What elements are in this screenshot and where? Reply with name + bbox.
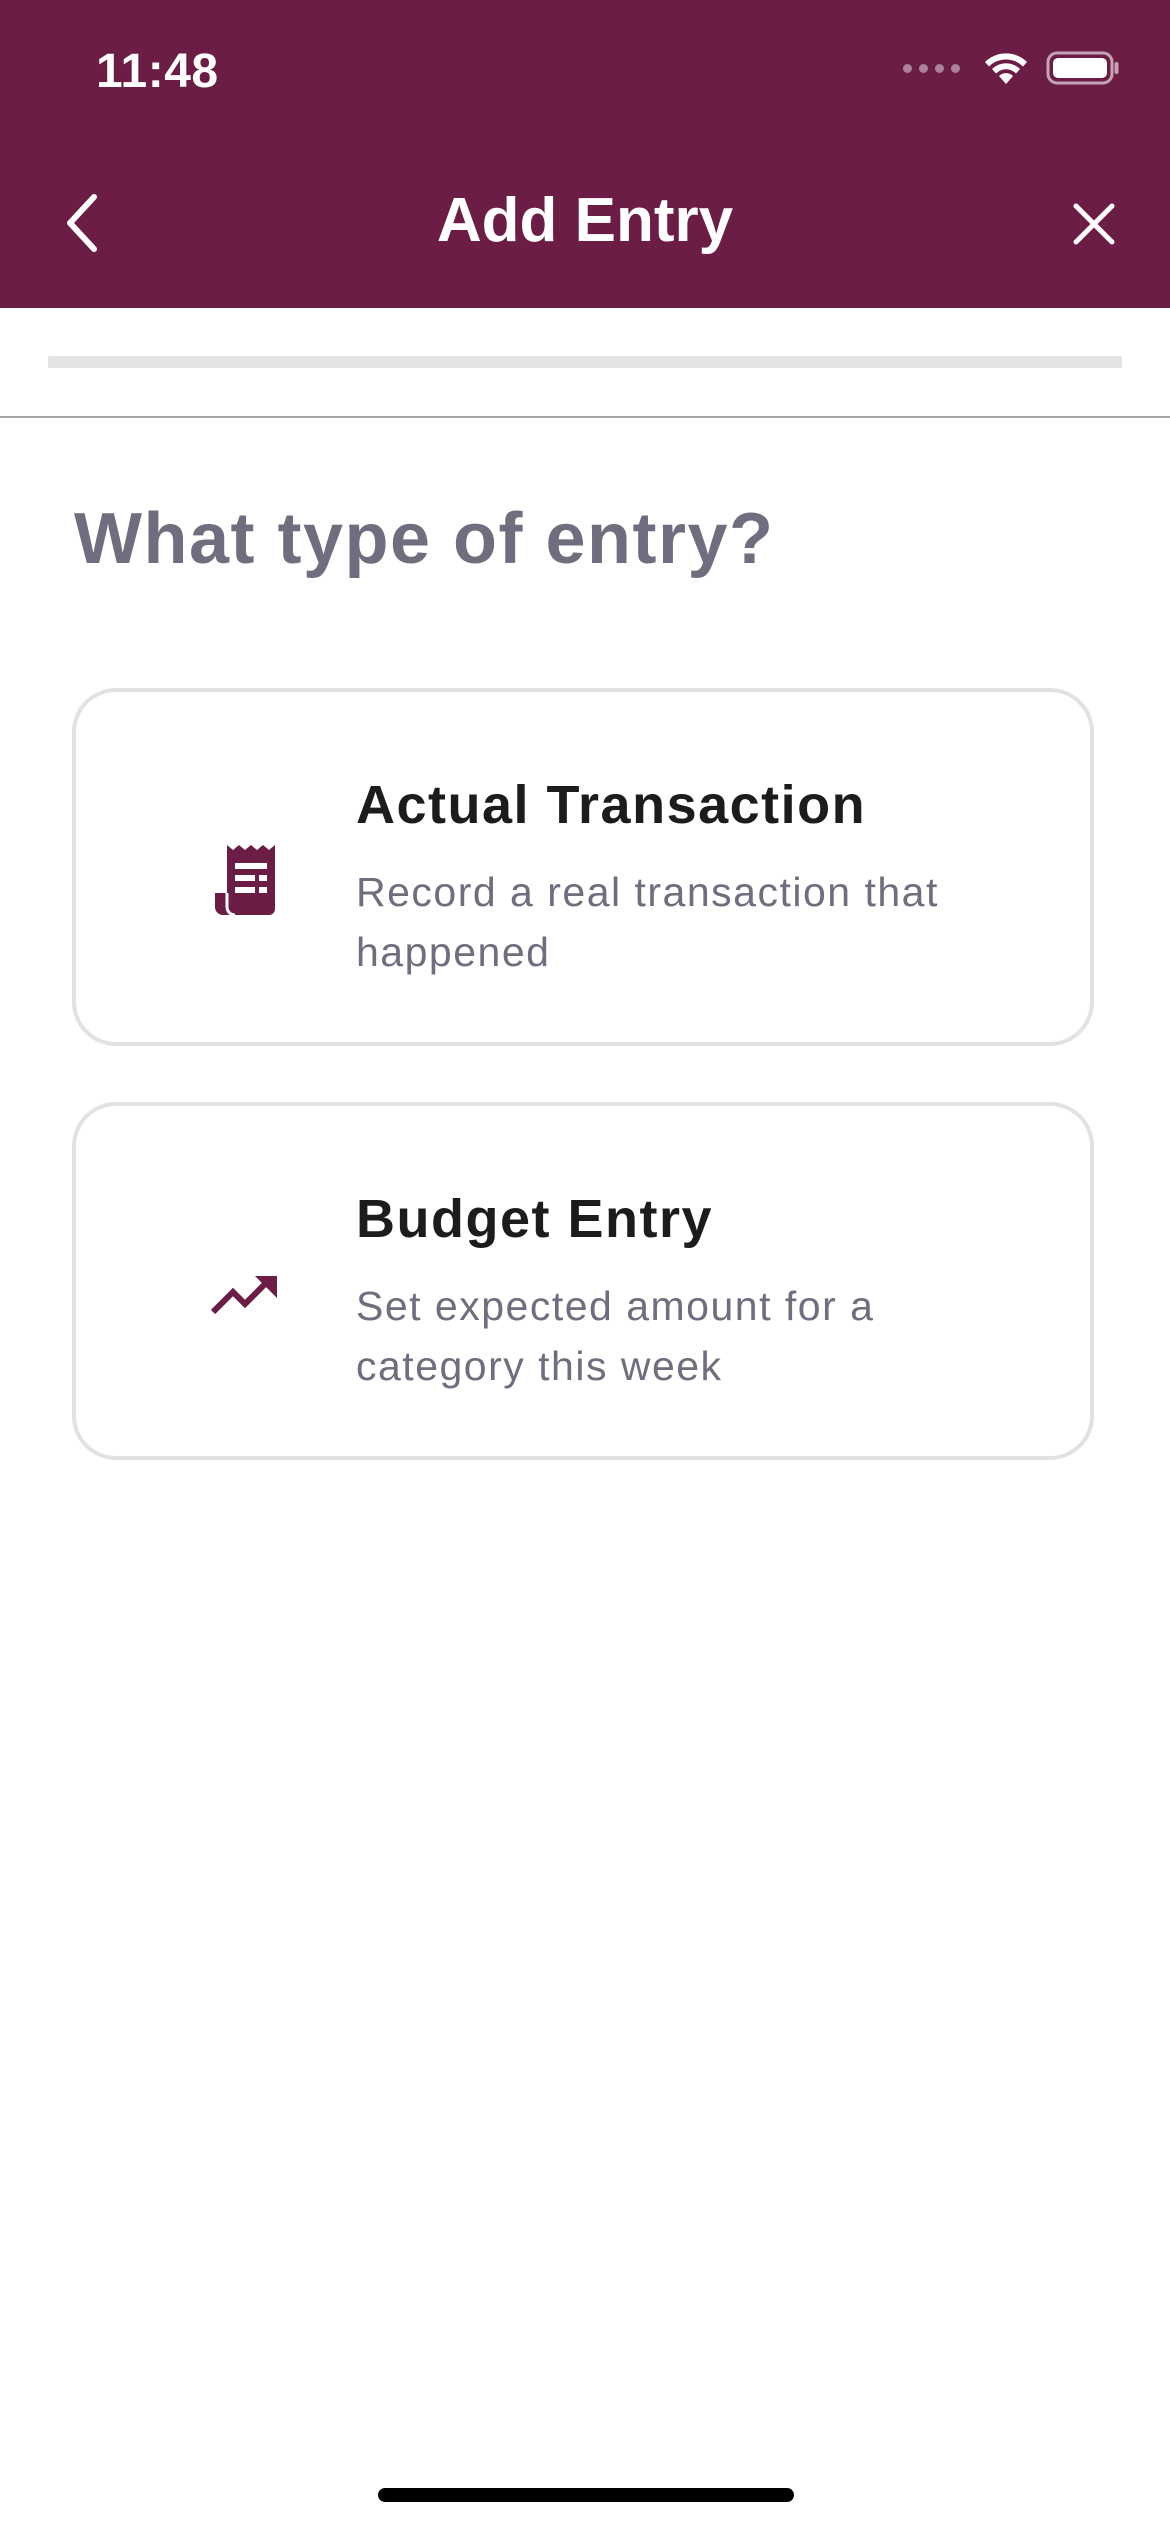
- receipt-icon: [196, 830, 296, 930]
- option-title: Actual Transaction: [356, 775, 867, 835]
- option-card-actual-transaction[interactable]: Actual Transaction Record a real transac…: [72, 688, 1094, 1046]
- page-title: Add Entry: [436, 186, 734, 255]
- close-button[interactable]: [1062, 192, 1126, 256]
- progress-bar: [48, 356, 1122, 368]
- close-icon: [1073, 203, 1115, 245]
- wifi-icon: [985, 53, 1027, 84]
- home-indicator: [378, 2488, 794, 2502]
- divider: [0, 416, 1170, 418]
- status-time: 11:48: [96, 45, 219, 98]
- option-title: Budget Entry: [356, 1189, 714, 1249]
- trending-up-icon: [196, 1244, 296, 1344]
- option-subtitle: Record a real transaction that happened: [356, 869, 939, 975]
- question-heading: What type of entry?: [74, 499, 775, 579]
- option-card-budget-entry[interactable]: Budget Entry Set expected amount for a c…: [72, 1102, 1094, 1460]
- status-icons: [903, 50, 1120, 86]
- battery-icon: [1046, 51, 1119, 85]
- option-subtitle: Set expected amount for a category this …: [356, 1283, 875, 1389]
- cellular-signal-icon: [903, 63, 960, 73]
- app-header: 11:48 Add Entry: [0, 0, 1170, 308]
